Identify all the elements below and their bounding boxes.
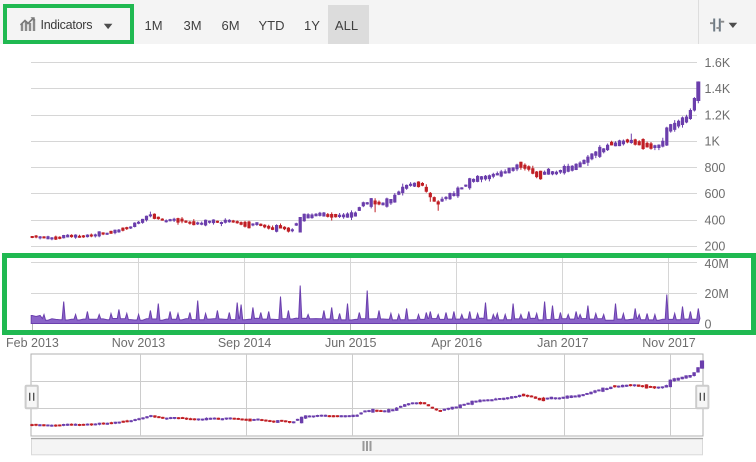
svg-text:Sep 2014: Sep 2014 bbox=[218, 336, 272, 350]
svg-text:1.2K: 1.2K bbox=[705, 108, 731, 122]
svg-text:Feb 2013: Feb 2013 bbox=[6, 336, 59, 350]
svg-text:800: 800 bbox=[705, 161, 726, 175]
svg-text:Apr 2016: Apr 2016 bbox=[431, 336, 482, 350]
svg-text:400: 400 bbox=[705, 213, 726, 227]
svg-text:Nov 2017: Nov 2017 bbox=[642, 336, 696, 350]
svg-text:200: 200 bbox=[705, 240, 726, 254]
svg-text:Jun 2015: Jun 2015 bbox=[325, 336, 376, 350]
svg-text:1K: 1K bbox=[705, 135, 721, 149]
svg-text:1.6K: 1.6K bbox=[705, 56, 731, 70]
svg-text:600: 600 bbox=[705, 187, 726, 201]
svg-text:1.4K: 1.4K bbox=[705, 82, 731, 96]
svg-text:Nov 2013: Nov 2013 bbox=[112, 336, 166, 350]
svg-text:Jan 2017: Jan 2017 bbox=[537, 336, 588, 350]
